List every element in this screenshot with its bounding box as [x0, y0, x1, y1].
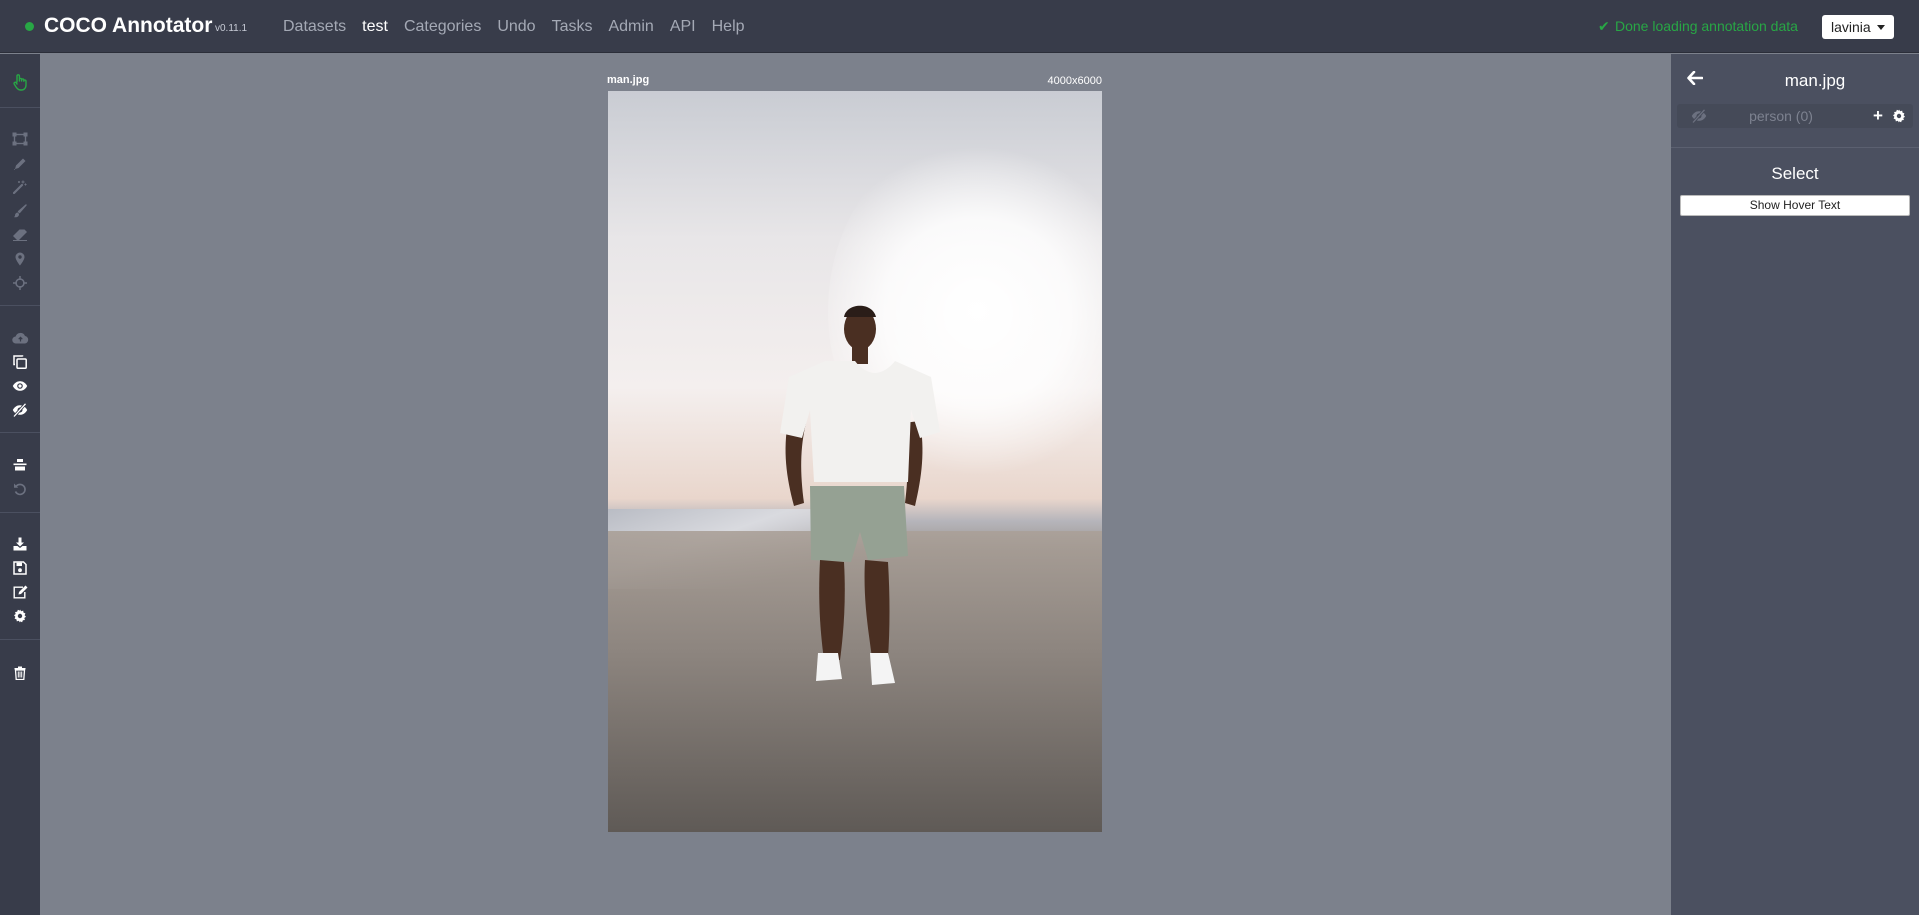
- trash-icon: [14, 666, 26, 680]
- add-annotation-plus-icon[interactable]: +: [1873, 106, 1883, 125]
- arrow-left-icon: [1687, 70, 1704, 86]
- gear-icon: [14, 609, 26, 623]
- copy-annotations-button[interactable]: [8, 353, 32, 371]
- settings-button[interactable]: [8, 607, 32, 625]
- keypoint-tool[interactable]: [8, 250, 32, 268]
- magic-wand-icon: [13, 180, 27, 194]
- select-tool[interactable]: [8, 73, 32, 91]
- nav-undo[interactable]: Undo: [497, 17, 535, 37]
- edit-metadata-button[interactable]: [8, 583, 32, 601]
- annotate-api-button[interactable]: [8, 329, 32, 347]
- hand-pointer-icon: [13, 74, 27, 91]
- tool-sidebar: [0, 54, 40, 915]
- magic-wand-tool[interactable]: [8, 178, 32, 196]
- undo-button[interactable]: [8, 480, 32, 498]
- gear-icon: [1893, 109, 1905, 123]
- loading-status-text: Done loading annotation data: [1615, 18, 1798, 34]
- panel-divider: [1671, 147, 1919, 148]
- center-image-button[interactable]: [8, 456, 32, 474]
- bbox-icon: [12, 132, 28, 146]
- download-icon: [13, 537, 27, 551]
- main-nav: Datasets test Categories Undo Tasks Admi…: [283, 17, 761, 37]
- edit-icon: [13, 585, 27, 599]
- image-filename-label: man.jpg: [607, 74, 650, 86]
- undo-icon: [14, 483, 26, 496]
- category-visibility-toggle[interactable]: [1691, 108, 1707, 128]
- save-button[interactable]: [8, 559, 32, 577]
- user-dropdown-button[interactable]: lavinia: [1822, 15, 1894, 39]
- dextr-tool[interactable]: [8, 274, 32, 292]
- toolbar-divider: [0, 305, 40, 306]
- app-brand[interactable]: COCO Annotator: [44, 14, 212, 38]
- align-center-icon: [13, 459, 27, 471]
- brush-tool[interactable]: [8, 202, 32, 220]
- category-label[interactable]: person (0): [1715, 108, 1847, 125]
- tool-panel-title: Select: [1771, 164, 1819, 183]
- nav-datasets[interactable]: Datasets: [283, 17, 346, 37]
- save-icon: [13, 561, 27, 575]
- crosshair-icon: [13, 276, 27, 290]
- user-name: lavinia: [1831, 19, 1871, 35]
- app-version: v0.11.1: [215, 23, 248, 34]
- delete-image-button[interactable]: [8, 664, 32, 682]
- bbox-tool[interactable]: [8, 130, 32, 148]
- loading-status: ✔ Done loading annotation data: [1598, 18, 1798, 35]
- clone-icon: [13, 355, 27, 369]
- nav-admin[interactable]: Admin: [608, 17, 653, 37]
- nav-help[interactable]: Help: [712, 17, 745, 37]
- check-icon: ✔: [1598, 18, 1610, 34]
- polygon-tool[interactable]: [8, 155, 32, 173]
- person-figure: [780, 305, 940, 685]
- show-hover-text-button[interactable]: Show Hover Text: [1680, 195, 1910, 216]
- show-all-button[interactable]: [8, 377, 32, 395]
- back-button[interactable]: [1687, 70, 1704, 90]
- toolbar-divider: [0, 639, 40, 640]
- eraser-tool[interactable]: [8, 226, 32, 244]
- hide-all-button[interactable]: [8, 401, 32, 419]
- map-marker-icon: [15, 252, 25, 266]
- nav-api[interactable]: API: [670, 17, 696, 37]
- panel-image-title: man.jpg: [1784, 71, 1846, 90]
- nav-test-dataset[interactable]: test: [362, 17, 388, 37]
- toolbar-divider: [0, 107, 40, 108]
- eye-slash-icon: [1691, 108, 1707, 124]
- nav-categories[interactable]: Categories: [404, 17, 481, 37]
- toolbar-divider: [0, 512, 40, 513]
- eye-slash-icon: [12, 403, 28, 417]
- toolbar-divider: [0, 432, 40, 433]
- cloud-upload-icon: [11, 332, 28, 344]
- brush-icon: [13, 204, 27, 218]
- nav-tasks[interactable]: Tasks: [552, 17, 593, 37]
- annotation-canvas-image[interactable]: [608, 91, 1102, 832]
- download-button[interactable]: [8, 535, 32, 553]
- image-dimensions-label: 4000x6000: [1047, 75, 1102, 87]
- top-navbar: COCO Annotator v0.11.1 Datasets test Cat…: [0, 0, 1919, 53]
- category-item-person[interactable]: person (0) +: [1677, 104, 1913, 128]
- eraser-icon: [13, 229, 27, 241]
- eye-icon: [12, 381, 28, 391]
- right-panel: man.jpg person (0) + Select Show Hover T…: [1671, 54, 1919, 915]
- caret-down-icon: [1877, 25, 1885, 30]
- pencil-icon: [14, 158, 26, 170]
- connection-status-dot: [25, 22, 34, 31]
- category-settings-gear-icon[interactable]: [1892, 109, 1906, 128]
